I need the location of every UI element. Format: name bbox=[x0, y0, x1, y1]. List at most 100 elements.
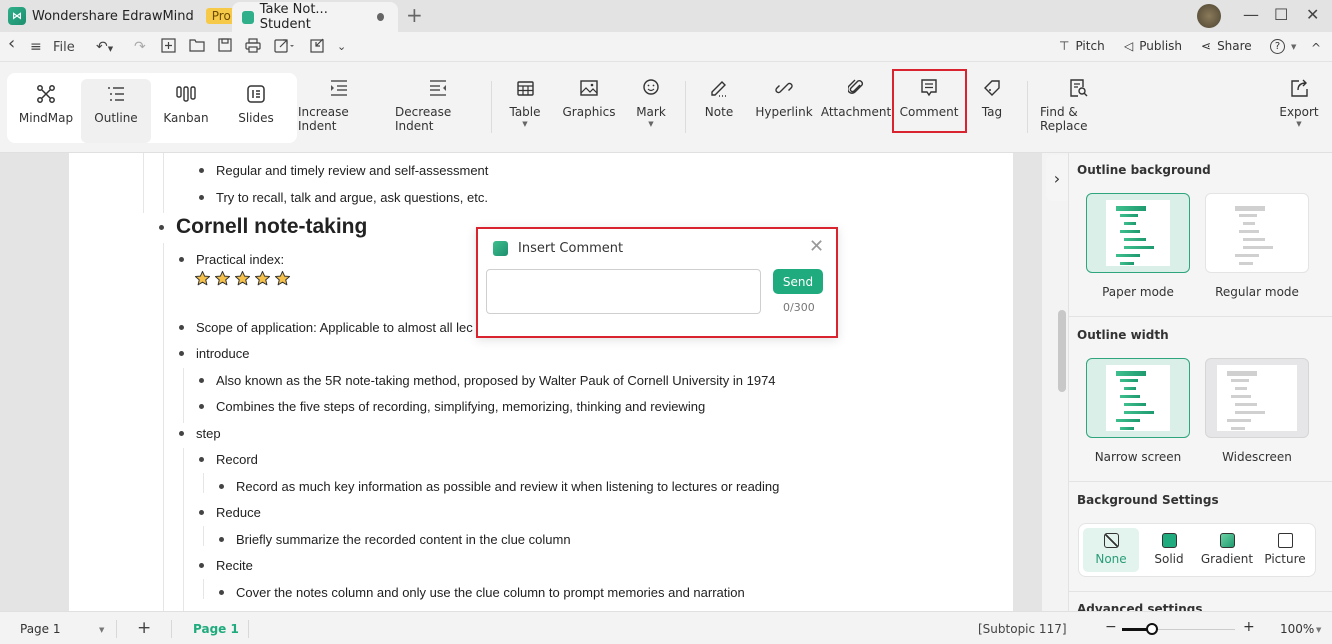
star-icon[interactable] bbox=[194, 270, 211, 287]
outline-item[interactable]: Record bbox=[199, 452, 258, 467]
close-icon[interactable]: ✕ bbox=[809, 238, 824, 256]
export-quick-icon[interactable] bbox=[274, 38, 296, 58]
preview-line bbox=[1124, 222, 1136, 225]
star-icon[interactable] bbox=[254, 270, 271, 287]
outline-item[interactable]: Try to recall, talk and argue, ask quest… bbox=[199, 190, 488, 205]
find-replace-button[interactable]: Find & Replace bbox=[1040, 67, 1118, 133]
decrease-indent-button[interactable]: Decrease Indent bbox=[395, 67, 481, 133]
export-button[interactable]: Export ▼ bbox=[1279, 67, 1319, 128]
zoom-level[interactable]: 100% bbox=[1280, 622, 1314, 636]
table-button[interactable]: Table ▼ bbox=[505, 67, 545, 128]
graphics-button[interactable]: Graphics bbox=[563, 67, 616, 119]
outline-item-text: Record as much key information as possib… bbox=[236, 479, 780, 494]
undo-icon[interactable]: ↶▼ bbox=[96, 38, 113, 58]
view-outline-button[interactable]: Outline bbox=[81, 79, 151, 143]
minimize-button[interactable]: — bbox=[1243, 6, 1259, 24]
maximize-button[interactable]: ☐ bbox=[1274, 6, 1288, 24]
paper-mode-option[interactable] bbox=[1086, 193, 1190, 273]
add-page-button[interactable]: + bbox=[137, 618, 151, 638]
menu-icon[interactable]: ≡ bbox=[30, 38, 42, 56]
bg-solid-option[interactable]: Solid bbox=[1141, 528, 1197, 572]
outline-item[interactable]: Regular and timely review and self-asses… bbox=[199, 163, 488, 178]
note-label: Note bbox=[704, 105, 734, 119]
paper-mode-preview bbox=[1106, 200, 1170, 266]
attachment-label: Attachment bbox=[820, 105, 892, 119]
preview-line bbox=[1243, 246, 1273, 249]
outline-item[interactable]: step bbox=[179, 426, 221, 441]
canvas-scrollbar[interactable] bbox=[1058, 310, 1066, 392]
outline-item[interactable]: Cover the notes column and only use the … bbox=[219, 585, 745, 600]
note-button[interactable]: Note bbox=[702, 67, 736, 119]
outline-item[interactable]: Record as much key information as possib… bbox=[219, 479, 779, 494]
new-tab-button[interactable]: + bbox=[406, 4, 423, 26]
file-menu[interactable]: File bbox=[53, 39, 75, 57]
tag-button[interactable]: Tag bbox=[979, 67, 1005, 119]
outline-item[interactable]: Briefly summarize the recorded content i… bbox=[219, 532, 571, 547]
increase-indent-button[interactable]: Increase Indent bbox=[298, 67, 380, 133]
widescreen-preview bbox=[1217, 365, 1297, 431]
user-avatar[interactable] bbox=[1197, 4, 1221, 28]
bg-gradient-option[interactable]: Gradient bbox=[1199, 528, 1255, 572]
import-icon[interactable] bbox=[310, 38, 325, 58]
regular-mode-option[interactable] bbox=[1205, 193, 1309, 273]
bg-none-option[interactable]: None bbox=[1083, 528, 1139, 572]
document-tab[interactable]: Take Not... Student bbox=[232, 2, 398, 32]
outline-item-text: Record bbox=[216, 452, 258, 467]
zoom-level-caret-icon[interactable]: ▼ bbox=[1316, 626, 1321, 634]
outline-item[interactable]: Recite bbox=[199, 558, 253, 573]
widescreen-option[interactable] bbox=[1205, 358, 1309, 438]
share-button[interactable]: ⋖ Share bbox=[1201, 39, 1252, 53]
close-window-button[interactable]: ✕ bbox=[1306, 6, 1319, 24]
outline-item[interactable]: Scope of application: Applicable to almo… bbox=[179, 320, 473, 335]
narrow-screen-option[interactable] bbox=[1086, 358, 1190, 438]
pitch-button[interactable]: ⊤ Pitch bbox=[1059, 39, 1105, 53]
star-icon[interactable] bbox=[214, 270, 231, 287]
preview-line bbox=[1231, 395, 1251, 398]
page-select-caret-icon[interactable]: ▼ bbox=[99, 626, 104, 634]
zoom-in-button[interactable]: + bbox=[1243, 619, 1255, 635]
print-icon[interactable] bbox=[245, 38, 261, 58]
more-tools-icon[interactable]: ⌄ bbox=[337, 38, 346, 56]
hyperlink-button[interactable]: Hyperlink bbox=[755, 67, 813, 119]
app-tab[interactable]: ⋈ Wondershare EdrawMind Pro bbox=[8, 4, 237, 28]
advanced-settings-title[interactable]: Advanced settings bbox=[1077, 602, 1203, 611]
view-slides-button[interactable]: Slides bbox=[226, 73, 286, 125]
open-folder-icon[interactable] bbox=[189, 38, 205, 57]
star-icon[interactable] bbox=[274, 270, 291, 287]
zoom-slider-handle[interactable] bbox=[1146, 623, 1158, 635]
zoom-out-button[interactable]: − bbox=[1105, 619, 1117, 635]
collapse-ribbon-button[interactable]: ^ bbox=[1311, 39, 1321, 57]
outline-item[interactable]: introduce bbox=[179, 346, 249, 361]
graphics-icon bbox=[578, 77, 600, 99]
save-icon[interactable] bbox=[218, 38, 232, 57]
preview-line bbox=[1116, 419, 1140, 422]
unsaved-dot-icon[interactable] bbox=[376, 13, 384, 21]
collapse-panel-button[interactable]: › bbox=[1046, 155, 1068, 201]
page-tab-active[interactable]: Page 1 bbox=[193, 622, 239, 636]
bullet-icon bbox=[159, 224, 164, 230]
comment-input[interactable] bbox=[486, 269, 761, 314]
redo-icon[interactable]: ↷ bbox=[134, 38, 146, 56]
bullet-icon bbox=[199, 404, 204, 409]
outline-item[interactable]: Combines the five steps of recording, si… bbox=[199, 399, 705, 414]
attachment-button[interactable]: Attachment bbox=[821, 67, 891, 119]
page-select[interactable]: Page 1 bbox=[20, 622, 61, 636]
help-button[interactable]: ? ▼ bbox=[1270, 39, 1296, 54]
paper-mode-label: Paper mode bbox=[1102, 285, 1174, 299]
bg-picture-option[interactable]: Picture bbox=[1257, 528, 1313, 572]
back-button[interactable]: ‹ bbox=[8, 35, 15, 53]
rating-stars[interactable] bbox=[194, 270, 291, 287]
outline-item[interactable]: Practical index: bbox=[179, 252, 284, 267]
send-button[interactable]: Send bbox=[773, 269, 823, 294]
outline-item[interactable]: Also known as the 5R note-taking method,… bbox=[199, 373, 776, 388]
star-icon[interactable] bbox=[234, 270, 251, 287]
new-file-icon[interactable] bbox=[161, 38, 176, 58]
view-kanban-button[interactable]: Kanban bbox=[155, 73, 217, 125]
outline-item[interactable]: Reduce bbox=[199, 505, 261, 520]
publish-button[interactable]: ◁ Publish bbox=[1124, 39, 1182, 53]
view-mindmap-button[interactable]: MindMap bbox=[14, 73, 78, 125]
outline-heading[interactable]: Cornell note-taking bbox=[159, 215, 367, 239]
zoom-slider-track[interactable] bbox=[1147, 629, 1235, 630]
export-icon bbox=[1288, 77, 1310, 99]
mark-button[interactable]: Mark ▼ bbox=[631, 67, 671, 128]
